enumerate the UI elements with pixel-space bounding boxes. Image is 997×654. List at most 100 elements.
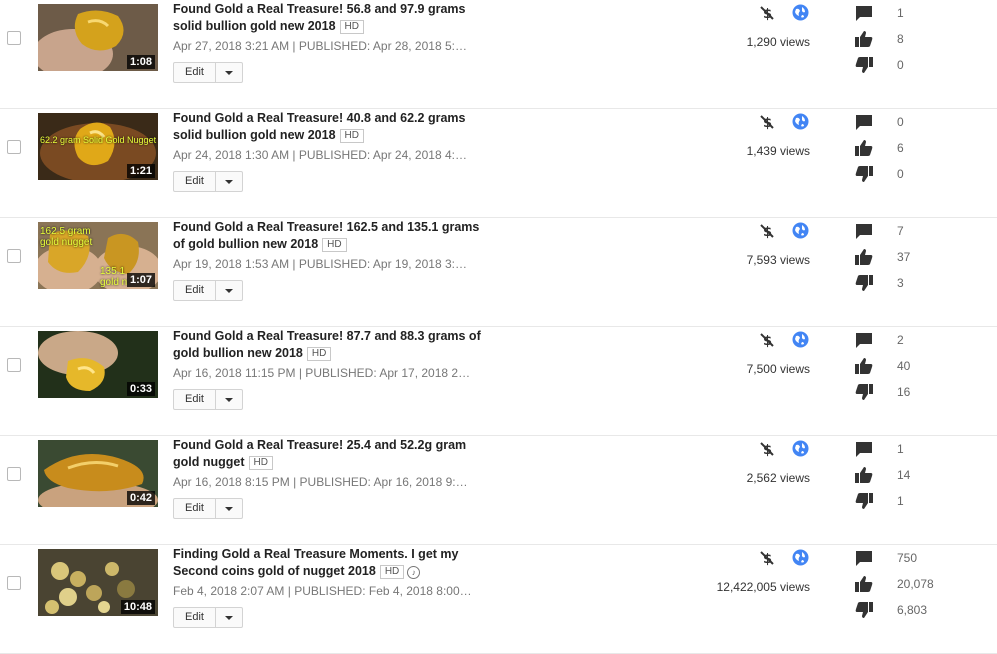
music-note-icon: ♪ <box>407 566 421 579</box>
dislike-count: 0 <box>897 167 904 181</box>
globe-public-icon[interactable] <box>792 549 809 566</box>
edit-button[interactable]: Edit <box>174 499 216 518</box>
monetization-off-icon[interactable]: $ <box>759 550 775 567</box>
duration-badge: 10:48 <box>120 600 155 614</box>
video-title[interactable]: Found Gold a Real Treasure! 56.8 and 97.… <box>173 2 465 33</box>
comment-icon[interactable] <box>855 114 873 130</box>
comment-icon[interactable] <box>855 332 873 348</box>
edit-dropdown-button[interactable] <box>216 172 242 191</box>
select-checkbox[interactable] <box>7 358 21 372</box>
comment-icon[interactable] <box>855 5 873 21</box>
dislike-count: 3 <box>897 276 904 290</box>
comment-count: 1 <box>897 442 904 456</box>
thumbnail-caption: 62.2 gram Solid Gold Nugget <box>40 135 157 145</box>
video-row: 10:48 Finding Gold a Real Treasure Momen… <box>0 545 997 654</box>
select-checkbox[interactable] <box>7 31 21 45</box>
view-count: 7,593 views <box>746 253 810 267</box>
monetization-off-icon[interactable]: $ <box>759 332 775 349</box>
video-row: 62.2 gram Solid Gold Nugget 1:21 Found G… <box>0 109 997 218</box>
thumbs-down-icon <box>855 602 873 618</box>
edit-button-group: Edit <box>173 280 243 301</box>
view-count: 2,562 views <box>746 471 810 485</box>
video-thumbnail[interactable]: 10:48 <box>38 549 158 616</box>
thumbs-down-icon <box>855 384 873 400</box>
view-count: 1,439 views <box>746 144 810 158</box>
monetization-off-icon[interactable]: $ <box>759 223 775 240</box>
globe-public-icon[interactable] <box>792 222 809 239</box>
dislike-count: 0 <box>897 58 904 72</box>
duration-badge: 0:42 <box>126 491 155 505</box>
select-checkbox[interactable] <box>7 576 21 590</box>
globe-public-icon[interactable] <box>792 440 809 457</box>
video-title[interactable]: Found Gold a Real Treasure! 25.4 and 52.… <box>173 438 466 469</box>
select-checkbox[interactable] <box>7 140 21 154</box>
monetization-off-icon[interactable]: $ <box>759 441 775 458</box>
dislike-count: 1 <box>897 494 904 508</box>
thumbs-up-icon <box>855 467 873 483</box>
video-dates: Apr 24, 2018 1:30 AM | PUBLISHED: Apr 24… <box>173 148 473 162</box>
comment-count: 0 <box>897 115 904 129</box>
duration-badge: 1:21 <box>126 164 155 178</box>
monetization-off-icon[interactable]: $ <box>759 5 775 22</box>
edit-dropdown-button[interactable] <box>216 281 242 300</box>
video-thumbnail[interactable]: 0:33 <box>38 331 158 398</box>
video-title-link[interactable]: Found Gold a Real Treasure! 56.8 and 97.… <box>173 1 493 35</box>
video-thumbnail[interactable]: 0:42 <box>38 440 158 507</box>
dislike-count: 6,803 <box>897 603 928 617</box>
edit-button[interactable]: Edit <box>174 390 216 409</box>
select-checkbox[interactable] <box>7 249 21 263</box>
video-title-link[interactable]: Found Gold a Real Treasure! 25.4 and 52.… <box>173 437 493 471</box>
select-checkbox[interactable] <box>7 467 21 481</box>
edit-button-group: Edit <box>173 171 243 192</box>
edit-dropdown-button[interactable] <box>216 499 242 518</box>
comment-icon[interactable] <box>855 223 873 239</box>
edit-button[interactable]: Edit <box>174 63 216 82</box>
edit-button[interactable]: Edit <box>174 608 216 627</box>
video-row: 1:08 Found Gold a Real Treasure! 56.8 an… <box>0 0 997 109</box>
edit-dropdown-button[interactable] <box>216 608 242 627</box>
chevron-down-icon <box>224 397 233 402</box>
hd-badge: HD <box>322 238 347 252</box>
chevron-down-icon <box>224 179 233 184</box>
chevron-down-icon <box>224 70 233 75</box>
like-count: 14 <box>897 468 911 482</box>
hd-badge: HD <box>339 129 364 143</box>
thumbs-up-icon <box>855 31 873 47</box>
comment-icon[interactable] <box>855 441 873 457</box>
video-title-link[interactable]: Found Gold a Real Treasure! 40.8 and 62.… <box>173 110 493 144</box>
video-thumbnail[interactable]: 1:08 <box>38 4 158 71</box>
dislike-count: 16 <box>897 385 911 399</box>
chevron-down-icon <box>224 288 233 293</box>
monetization-off-icon[interactable]: $ <box>759 114 775 131</box>
video-thumbnail[interactable]: 62.2 gram Solid Gold Nugget 1:21 <box>38 113 158 180</box>
video-title[interactable]: Found Gold a Real Treasure! 40.8 and 62.… <box>173 111 465 142</box>
comment-icon[interactable] <box>855 550 873 566</box>
like-count: 40 <box>897 359 911 373</box>
edit-dropdown-button[interactable] <box>216 390 242 409</box>
video-title-link[interactable]: Finding Gold a Real Treasure Moments. I … <box>173 546 493 580</box>
comment-count: 1 <box>897 6 904 20</box>
view-count: 1,290 views <box>746 35 810 49</box>
edit-button-group: Edit <box>173 607 243 628</box>
globe-public-icon[interactable] <box>792 4 809 21</box>
comment-count: 7 <box>897 224 904 238</box>
view-count: 7,500 views <box>746 362 810 376</box>
edit-button[interactable]: Edit <box>174 281 216 300</box>
globe-public-icon[interactable] <box>792 331 809 348</box>
thumbs-up-icon <box>855 249 873 265</box>
thumbs-up-icon <box>855 358 873 374</box>
video-title-link[interactable]: Found Gold a Real Treasure! 87.7 and 88.… <box>173 328 493 362</box>
thumbnail-caption: 162.5 gram gold nugget <box>40 226 93 248</box>
like-count: 6 <box>897 141 904 155</box>
edit-button[interactable]: Edit <box>174 172 216 191</box>
video-title-link[interactable]: Found Gold a Real Treasure! 162.5 and 13… <box>173 219 493 253</box>
hd-badge: HD <box>379 565 405 579</box>
thumbs-up-icon <box>855 140 873 156</box>
edit-dropdown-button[interactable] <box>216 63 242 82</box>
edit-button-group: Edit <box>173 498 243 519</box>
comment-count: 2 <box>897 333 904 347</box>
like-count: 37 <box>897 250 911 264</box>
globe-public-icon[interactable] <box>792 113 809 130</box>
chevron-down-icon <box>224 615 233 620</box>
video-thumbnail[interactable]: 162.5 gram gold nugget 135.1 gold n 1:07 <box>38 222 158 289</box>
